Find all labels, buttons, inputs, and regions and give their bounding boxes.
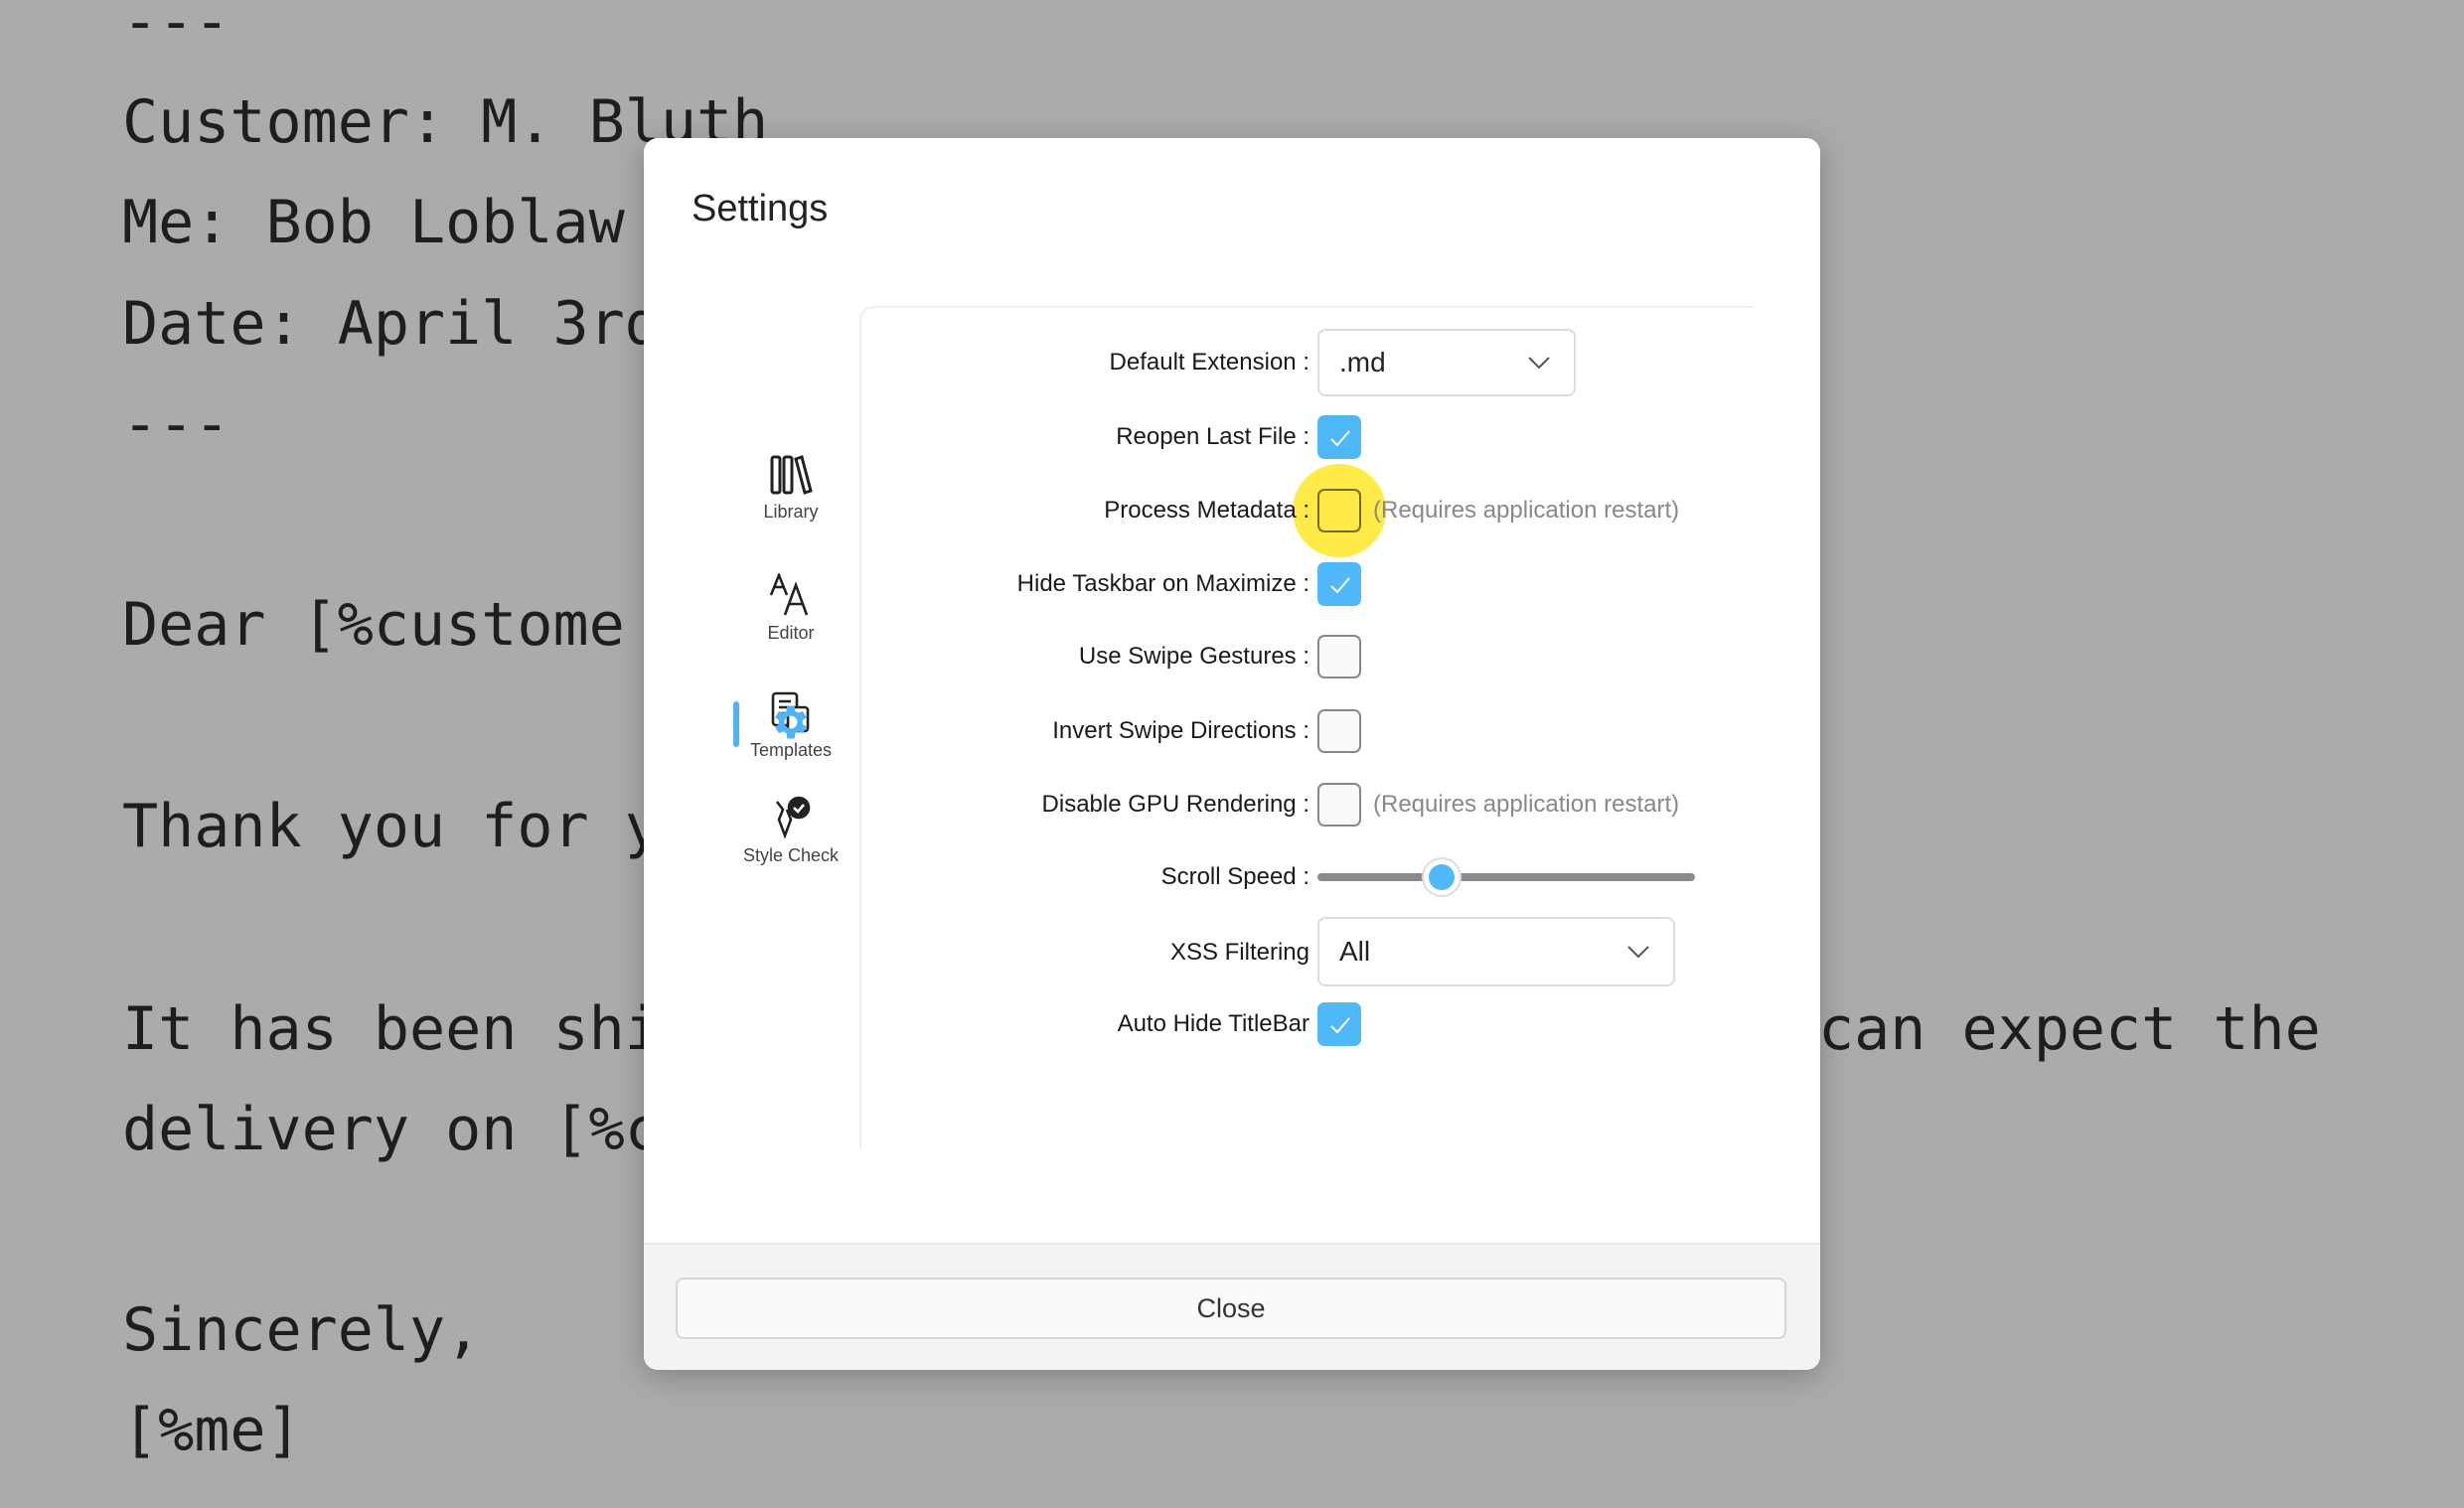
row-xss-filtering: XSS Filtering All xyxy=(644,917,1820,986)
doc-line: Thank you for y xyxy=(122,792,661,861)
default-extension-dropdown[interactable]: .md xyxy=(1317,329,1576,396)
setting-label: Auto Hide TitleBar xyxy=(1117,1010,1309,1037)
setting-label: Use Swipe Gestures : xyxy=(1078,643,1309,670)
row-hide-taskbar: Hide Taskbar on Maximize : xyxy=(644,554,1820,614)
setting-label: Invert Swipe Directions : xyxy=(1052,717,1309,744)
row-invert-swipe: Invert Swipe Directions : xyxy=(644,701,1820,761)
disable-gpu-checkbox[interactable] xyxy=(1317,783,1361,827)
setting-label: Default Extension : xyxy=(1109,349,1309,376)
auto-hide-titlebar-checkbox[interactable] xyxy=(1317,1002,1361,1046)
row-process-metadata: Process Metadata : (Requires application… xyxy=(644,481,1820,540)
row-swipe-gestures: Use Swipe Gestures : xyxy=(644,627,1820,686)
restart-note: (Requires application restart) xyxy=(1373,791,1680,818)
row-default-extension: Default Extension : .md xyxy=(644,329,1820,396)
checkmark-icon xyxy=(1330,1017,1350,1034)
checkmark-icon xyxy=(1330,577,1350,594)
checkmark-icon xyxy=(1330,430,1350,447)
row-disable-gpu: Disable GPU Rendering : (Requires applic… xyxy=(644,775,1820,834)
setting-label: Disable GPU Rendering : xyxy=(1041,791,1309,818)
invert-swipe-checkbox[interactable] xyxy=(1317,709,1361,753)
dropdown-value: .md xyxy=(1339,347,1386,377)
doc-line: Sincerely, xyxy=(122,1295,482,1365)
setting-label: Process Metadata : xyxy=(1104,497,1309,524)
setting-label: Scroll Speed : xyxy=(1160,863,1309,890)
doc-line: --- xyxy=(122,0,231,57)
swipe-gestures-checkbox[interactable] xyxy=(1317,635,1361,679)
xss-filtering-dropdown[interactable]: All xyxy=(1317,917,1675,986)
scroll-speed-slider[interactable] xyxy=(1317,857,1695,897)
row-auto-hide-titlebar: Auto Hide TitleBar xyxy=(644,994,1820,1054)
settings-dialog: Settings Library Editor Templates Style … xyxy=(644,138,1820,1370)
doc-line: Me: Bob Loblaw xyxy=(122,188,625,257)
close-button[interactable]: Close xyxy=(676,1278,1786,1339)
dialog-title: Settings xyxy=(692,188,829,229)
hide-taskbar-checkbox[interactable] xyxy=(1317,562,1361,606)
slider-thumb[interactable] xyxy=(1422,857,1463,897)
chevron-down-icon xyxy=(1627,946,1649,958)
reopen-last-file-checkbox[interactable] xyxy=(1317,415,1361,459)
doc-line: delivery on [%c xyxy=(122,1095,661,1164)
setting-label: Hide Taskbar on Maximize : xyxy=(1016,570,1309,597)
restart-note: (Requires application restart) xyxy=(1373,497,1680,524)
dropdown-value: All xyxy=(1339,936,1371,967)
row-scroll-speed: Scroll Speed : xyxy=(644,847,1820,907)
chevron-down-icon xyxy=(1528,357,1550,369)
doc-line: Date: April 3rd xyxy=(122,289,661,359)
dialog-footer: Close xyxy=(644,1243,1820,1370)
setting-label: XSS Filtering xyxy=(1169,939,1309,966)
row-reopen-last-file: Reopen Last File : xyxy=(644,407,1820,467)
doc-line: [%me] xyxy=(122,1396,302,1465)
setting-label: Reopen Last File : xyxy=(1116,423,1309,450)
process-metadata-checkbox[interactable] xyxy=(1317,489,1361,532)
doc-line: Dear [%custome xyxy=(122,590,625,660)
doc-line: can expect the xyxy=(1818,994,2321,1064)
doc-line: --- xyxy=(122,389,231,459)
doc-line: It has been shi xyxy=(122,994,661,1064)
